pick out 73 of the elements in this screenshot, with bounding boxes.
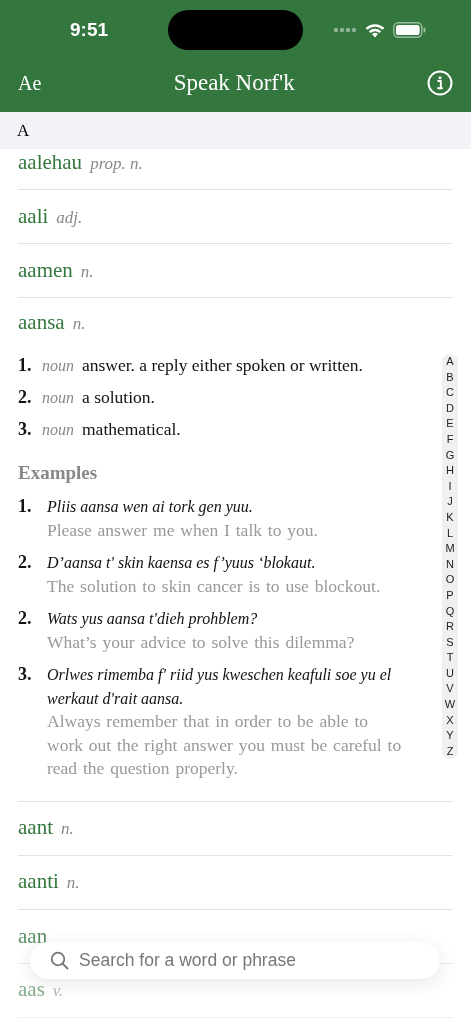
index-letter[interactable]: N: [446, 556, 454, 573]
sense-definition: answer. a reply either spoken or written.: [82, 354, 363, 377]
sense-definition: mathematical.: [82, 418, 181, 441]
index-letter[interactable]: Q: [445, 603, 455, 620]
sense-number: 1.: [18, 354, 33, 377]
index-letter[interactable]: U: [446, 665, 454, 682]
sense-part-of-speech: noun: [42, 420, 74, 440]
index-letter[interactable]: T: [446, 650, 454, 666]
headword[interactable]: aanti: [18, 873, 59, 890]
index-letter[interactable]: J: [447, 494, 453, 510]
example-phrase: Pliis aansa wen ai tork gen yuu.: [47, 497, 254, 518]
index-letter[interactable]: I: [448, 478, 452, 495]
section-header: A: [0, 112, 471, 149]
example-translation: Always remember that in order to be able to work out the right answer you must be careful to read the question properly.: [47, 710, 403, 780]
part-of-speech: adj.: [56, 208, 83, 226]
index-letter[interactable]: B: [446, 369, 454, 386]
headword[interactable]: aalehau: [18, 153, 83, 171]
part-of-speech: v.: [52, 982, 64, 999]
headword[interactable]: aant: [18, 819, 53, 836]
example-translation: Please answer me when I talk to you.: [47, 518, 318, 542]
sense-part-of-speech: noun: [42, 388, 74, 408]
part-of-speech: n.: [80, 262, 94, 280]
index-letter[interactable]: G: [445, 447, 455, 464]
example-phrase: D’aansa t' skin kaensa es f’yuus ‘blokaut.: [47, 553, 317, 574]
info-icon: [427, 70, 453, 96]
index-letter[interactable]: F: [446, 431, 454, 448]
index-letter[interactable]: O: [445, 572, 455, 588]
index-letter[interactable]: Z: [446, 743, 454, 760]
info-button[interactable]: [427, 70, 453, 96]
headword[interactable]: aansa: [18, 314, 65, 331]
part-of-speech: n.: [66, 874, 80, 891]
search-icon: [50, 951, 69, 970]
sense-number: 3.: [18, 418, 33, 441]
index-letter[interactable]: D: [446, 400, 454, 417]
index-letter[interactable]: S: [446, 634, 454, 651]
index-letter[interactable]: P: [446, 587, 454, 604]
examples-heading: Examples: [18, 461, 98, 485]
headword[interactable]: aali: [18, 207, 49, 225]
example-phrase: Orlwes rimemba f' riid yus kweschen keafuli soe yu el werkaut d'rait aansa.: [47, 665, 393, 709]
battery-icon: [393, 22, 426, 38]
part-of-speech: n.: [61, 820, 74, 837]
example-number: 3.: [18, 663, 33, 686]
index-letter[interactable]: V: [446, 681, 454, 698]
index-letter[interactable]: C: [446, 385, 454, 401]
index-letter[interactable]: R: [446, 619, 454, 635]
signal-icon: [333, 27, 357, 33]
index-letter[interactable]: Y: [446, 728, 454, 744]
index-letter[interactable]: A: [446, 354, 454, 370]
search-field[interactable]: Search for a word or phrase: [30, 942, 440, 979]
index-letter[interactable]: X: [446, 712, 454, 729]
index-letter[interactable]: L: [446, 525, 454, 542]
app-title: Speak Norf'k: [173, 70, 295, 96]
example-translation: The solution to skin cancer is to use blockout.: [47, 574, 381, 598]
index-letter[interactable]: W: [444, 697, 456, 713]
example-translation: What’s your advice to solve this dilemma?: [47, 630, 355, 654]
wifi-icon: [365, 22, 385, 38]
language-button[interactable]: Ae: [18, 71, 42, 95]
sense-number: 2.: [18, 386, 33, 409]
status-time: 9:51: [70, 19, 110, 41]
headword[interactable]: aamen: [18, 261, 73, 279]
index-letter[interactable]: E: [446, 416, 454, 432]
sense-part-of-speech: noun: [42, 356, 74, 376]
example-number: 2.: [18, 551, 33, 574]
index-letter[interactable]: K: [446, 509, 454, 526]
example-number: 2.: [18, 607, 33, 630]
example-number: 1.: [18, 495, 33, 518]
index-letter[interactable]: H: [446, 463, 454, 479]
headword[interactable]: aan: [18, 927, 48, 945]
part-of-speech: prop. n.: [90, 154, 143, 172]
sense-definition: a solution.: [82, 386, 155, 409]
part-of-speech: n.: [72, 315, 86, 332]
index-letter[interactable]: M: [445, 541, 455, 557]
example-phrase: Wats yus aansa t'dieh prohblem?: [47, 609, 259, 630]
